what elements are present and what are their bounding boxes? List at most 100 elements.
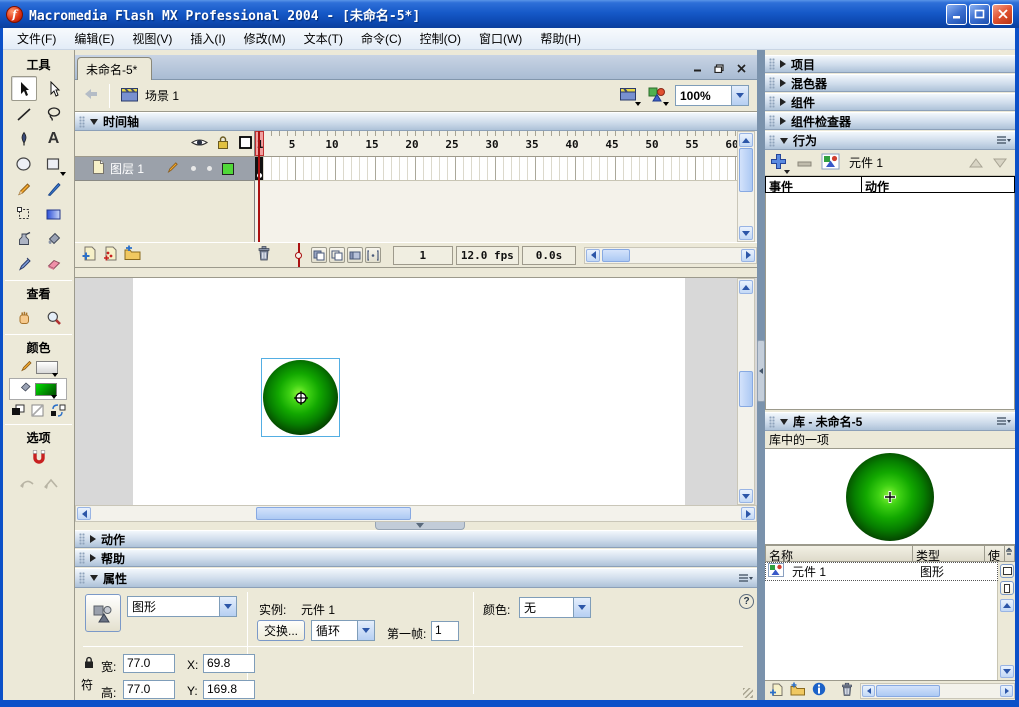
subselection-tool[interactable] <box>41 76 67 101</box>
symbol-instance-selection[interactable] <box>261 358 340 437</box>
color-style-dropdown-button[interactable] <box>573 598 590 617</box>
text-tool[interactable]: A <box>41 126 67 151</box>
layer-name[interactable]: 图层 1 <box>110 160 144 177</box>
remove-behavior-button[interactable] <box>797 156 812 170</box>
timeline-horizontal-scrollbar[interactable] <box>584 247 757 264</box>
swap-colors-button[interactable] <box>50 404 66 420</box>
pen-tool[interactable] <box>11 126 37 151</box>
x-input[interactable]: 69.8 <box>203 654 255 673</box>
library-properties-info-button[interactable] <box>812 682 826 699</box>
timeline-hscroll-thumb[interactable] <box>602 249 630 262</box>
menu-insert[interactable]: 插入(I) <box>182 28 233 49</box>
document-minimize-button[interactable] <box>689 61 705 75</box>
instance-type-icon-well[interactable] <box>85 594 121 632</box>
zoom-combobox[interactable]: 100% <box>675 85 749 106</box>
zoom-dropdown-button[interactable] <box>731 86 748 105</box>
timeline-scroll-down-button[interactable] <box>739 226 753 240</box>
rectangle-tool[interactable] <box>41 151 67 176</box>
show-hide-all-layers-icon[interactable] <box>191 136 208 152</box>
brush-tool[interactable] <box>41 176 67 201</box>
component-inspector-grip[interactable] <box>769 115 775 127</box>
restore-button[interactable] <box>969 4 990 25</box>
color-style-combobox[interactable]: 无 <box>519 597 591 618</box>
menu-window[interactable]: 窗口(W) <box>471 28 530 49</box>
components-grip[interactable] <box>769 96 775 108</box>
minimize-button[interactable] <box>946 4 967 25</box>
library-panel-header[interactable]: 库 - 未命名-5 <box>765 412 1015 431</box>
first-frame-input[interactable]: 1 <box>431 621 459 641</box>
component-inspector-panel-header[interactable]: 组件检查器 <box>765 112 1015 130</box>
panels-collapse-handle[interactable] <box>757 340 765 402</box>
properties-panel-header[interactable]: 属性 <box>75 568 757 588</box>
eyedropper-tool[interactable] <box>11 251 37 276</box>
timeline-vertical-scrollbar[interactable] <box>737 131 755 242</box>
actions-grip[interactable] <box>79 533 85 545</box>
free-transform-tool[interactable] <box>11 201 37 226</box>
layer-frames-row[interactable] <box>255 157 737 181</box>
insert-layer-button[interactable] <box>81 245 99 265</box>
layer-lock-dot[interactable] <box>207 166 212 171</box>
oval-tool[interactable] <box>11 151 37 176</box>
document-tab[interactable]: 未命名-5* <box>77 57 152 80</box>
selection-tool[interactable] <box>11 76 37 101</box>
timeline-scroll-up-button[interactable] <box>739 133 753 147</box>
library-new-folder-button[interactable] <box>789 682 806 700</box>
menu-help[interactable]: 帮助(H) <box>532 28 589 49</box>
stage-hscroll-thumb[interactable] <box>256 507 411 520</box>
components-panel-header[interactable]: 组件 <box>765 93 1015 111</box>
behaviors-action-column[interactable]: 动作 <box>862 176 1015 193</box>
move-behavior-down-button[interactable] <box>993 158 1007 168</box>
stroke-color-swatch[interactable] <box>36 361 58 374</box>
lock-all-layers-icon[interactable] <box>216 135 230 153</box>
project-grip[interactable] <box>769 58 775 70</box>
properties-grip[interactable] <box>79 572 85 584</box>
layer-row[interactable]: 图层 1 <box>75 157 255 181</box>
library-scroll-down-button[interactable] <box>1000 665 1014 678</box>
stage-vertical-scrollbar[interactable] <box>737 278 755 505</box>
library-name-column[interactable]: 名称 <box>765 545 913 562</box>
hand-tool[interactable] <box>11 305 37 330</box>
onion-skin-outlines-button[interactable] <box>329 247 345 263</box>
project-panel-header[interactable]: 项目 <box>765 55 1015 73</box>
properties-options-menu-icon[interactable] <box>738 573 753 584</box>
behaviors-event-column[interactable]: 事件 <box>765 176 862 193</box>
symbol-behavior-dropdown-button[interactable] <box>219 597 236 616</box>
stage-hscroll-right-button[interactable] <box>741 507 755 520</box>
paint-bucket-tool[interactable] <box>41 226 67 251</box>
menu-modify[interactable]: 修改(M) <box>236 28 294 49</box>
scene-name[interactable]: 场景 1 <box>145 87 179 104</box>
move-behavior-up-button[interactable] <box>969 158 983 168</box>
snap-to-objects-toggle[interactable] <box>31 449 47 468</box>
frame-ruler[interactable]: 1 5 10 15 20 25 30 35 40 45 50 55 60 <box>255 131 737 157</box>
library-new-symbol-button[interactable] <box>769 682 785 700</box>
symbol-behavior-combobox[interactable]: 图形 <box>127 596 237 617</box>
menu-view[interactable]: 视图(V) <box>124 28 180 49</box>
panel-resize-grip[interactable] <box>743 688 753 698</box>
library-options-menu-icon[interactable] <box>996 416 1011 427</box>
library-horizontal-scrollbar[interactable] <box>860 683 1015 699</box>
library-type-column[interactable]: 类型 <box>913 545 985 562</box>
timeline-hscroll-right-button[interactable] <box>741 249 755 262</box>
library-item-row[interactable]: 元件 1 图形 <box>765 562 998 581</box>
modify-onion-markers-button[interactable] <box>365 247 381 263</box>
help-grip[interactable] <box>79 552 85 564</box>
loop-mode-combobox[interactable]: 循环 <box>311 620 375 641</box>
insert-layer-folder-button[interactable] <box>123 245 142 265</box>
document-close-button[interactable] <box>733 61 749 75</box>
library-grip[interactable] <box>769 416 775 428</box>
layer-outline-color-swatch[interactable] <box>222 163 234 175</box>
stage-pasteboard[interactable] <box>75 278 757 505</box>
behaviors-options-menu-icon[interactable] <box>996 135 1011 146</box>
playhead-line[interactable] <box>258 131 260 242</box>
menu-file[interactable]: 文件(F) <box>9 28 64 49</box>
timeline-panel-header[interactable]: 时间轴 <box>75 112 757 131</box>
center-frame-button[interactable] <box>294 243 303 267</box>
stage-canvas[interactable] <box>133 278 685 505</box>
no-color-button[interactable] <box>31 404 44 420</box>
timeline-grip[interactable] <box>79 116 85 128</box>
library-scroll-up-button[interactable] <box>1000 599 1014 612</box>
library-list-body[interactable] <box>765 581 998 680</box>
timeline-hscroll-left-button[interactable] <box>586 249 600 262</box>
library-hscroll-right-button[interactable] <box>1000 685 1013 697</box>
edit-scene-button[interactable] <box>619 85 639 106</box>
